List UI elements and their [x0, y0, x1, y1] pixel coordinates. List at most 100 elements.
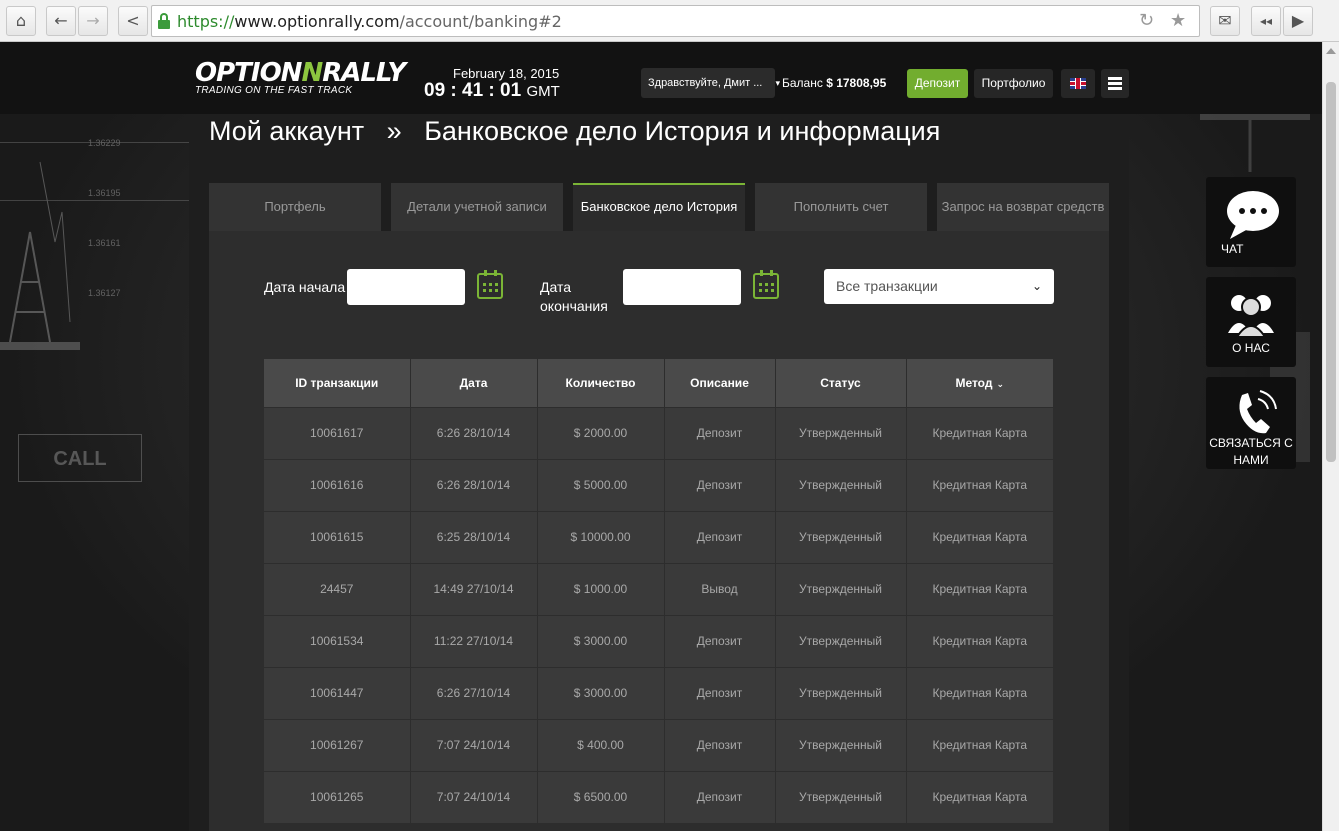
- table-cell: Утвержденный: [775, 510, 907, 563]
- bg-call-box: CALL: [18, 434, 142, 482]
- logo[interactable]: OPTIONNRALLY TRADING ON THE FAST TRACK: [195, 58, 415, 102]
- table-cell: $ 6500.00: [537, 770, 665, 823]
- oil-rig-icon: [0, 161, 80, 350]
- phone-icon: [1239, 390, 1277, 434]
- table-cell: Кредитная Карта: [906, 562, 1053, 615]
- table-cell: 6:26 28/10/14: [410, 406, 538, 459]
- end-date-input[interactable]: [623, 269, 741, 305]
- table-cell: Депозит: [664, 406, 776, 459]
- reload-icon[interactable]: ↻: [1139, 10, 1154, 31]
- tab-banking-history[interactable]: Банковское дело История: [573, 183, 745, 231]
- column-header[interactable]: Дата: [410, 359, 538, 407]
- scroll-thumb[interactable]: [1326, 82, 1336, 462]
- mail-icon[interactable]: ✉: [1210, 6, 1240, 36]
- chat-label: ЧАТ: [1221, 242, 1244, 256]
- rewind-icon[interactable]: ◂◂: [1251, 6, 1281, 36]
- table-row: 10061534 11:22 27/10/14 $ 3000.00 Депозит Ут…: [264, 614, 1053, 667]
- table-cell: Вывод: [664, 562, 776, 615]
- scrollbar[interactable]: [1322, 42, 1339, 831]
- chat-widget[interactable]: ЧАТ: [1206, 177, 1296, 267]
- language-button[interactable]: [1061, 69, 1095, 98]
- contact-widget[interactable]: СВЯЗАТЬСЯ С НАМИ: [1206, 377, 1296, 469]
- table-row: 10061267 7:07 24/10/14 $ 400.00 Депозит Утве…: [264, 718, 1053, 771]
- tab-deposit[interactable]: Пополнить счет: [755, 183, 927, 231]
- table-cell: Кредитная Карта: [906, 666, 1053, 719]
- table-cell: Депозит: [664, 458, 776, 511]
- table-row: 10061447 6:26 27/10/14 $ 3000.00 Депозит Утв…: [264, 666, 1053, 719]
- share-icon[interactable]: <: [118, 6, 148, 36]
- column-header[interactable]: ID транзакции: [264, 359, 411, 407]
- table-cell: Утвержденный: [775, 666, 907, 719]
- table-cell: Кредитная Карта: [906, 510, 1053, 563]
- calendar-icon[interactable]: [477, 270, 503, 299]
- table-cell: Кредитная Карта: [906, 770, 1053, 823]
- tab-account-details[interactable]: Детали учетной записи: [391, 183, 563, 231]
- table-cell: $ 3000.00: [537, 614, 665, 667]
- calendar-icon[interactable]: [753, 270, 779, 299]
- table-cell: Кредитная Карта: [906, 458, 1053, 511]
- address-bar[interactable]: https://www.optionrally.com/account/bank…: [151, 5, 1200, 37]
- table-row: 10061265 7:07 24/10/14 $ 6500.00 Депозит Утв…: [264, 770, 1053, 823]
- deposit-button[interactable]: Депозит: [907, 69, 968, 98]
- table-cell: 10061617: [264, 406, 411, 459]
- main-container: Мой аккаунт » Банковское дело История и …: [189, 114, 1129, 831]
- sort-caret-icon: ⌄: [996, 379, 1005, 390]
- back-icon[interactable]: ←: [46, 6, 76, 36]
- page: 1.36229 1.36195 1.36161 1.36127 CALL OPT…: [0, 42, 1322, 831]
- table-cell: $ 3000.00: [537, 666, 665, 719]
- background-chart-left: 1.36229 1.36195 1.36161 1.36127 CALL: [0, 112, 190, 532]
- home-icon[interactable]: ⌂: [6, 6, 36, 36]
- table-cell: Депозит: [664, 718, 776, 771]
- table-cell: Утвержденный: [775, 406, 907, 459]
- about-widget[interactable]: О НАС: [1206, 277, 1296, 367]
- url-text[interactable]: https://www.optionrally.com/account/bank…: [177, 12, 562, 31]
- server-clock: 09 : 41 : 01 GMT: [424, 80, 560, 101]
- page-title: Мой аккаунт » Банковское дело История и …: [209, 116, 941, 146]
- portfolio-button[interactable]: Портфолио: [974, 69, 1053, 98]
- banking-panel: Дата начала Дата окончания Все транзакци…: [209, 231, 1109, 831]
- table-cell: 10061265: [264, 770, 411, 823]
- table-cell: Кредитная Карта: [906, 614, 1053, 667]
- tab-withdrawal-request[interactable]: Запрос на возврат средств: [937, 183, 1109, 231]
- end-date-label: Дата окончания: [540, 279, 608, 314]
- table-cell: Кредитная Карта: [906, 718, 1053, 771]
- table-cell: 6:26 28/10/14: [410, 458, 538, 511]
- table-cell: $ 400.00: [537, 718, 665, 771]
- column-header-method[interactable]: Метод ⌄: [906, 359, 1053, 407]
- column-header[interactable]: Описание: [664, 359, 776, 407]
- transaction-type-select[interactable]: Все транзакции ⌄: [824, 269, 1054, 304]
- tab-portfolio[interactable]: Портфель: [209, 183, 381, 231]
- start-date-input[interactable]: [347, 269, 465, 305]
- table-cell: Кредитная Карта: [906, 406, 1053, 459]
- balance: Баланс $ 17808,95: [782, 76, 887, 90]
- table-cell: 7:07 24/10/14: [410, 718, 538, 771]
- table-cell: Утвержденный: [775, 718, 907, 771]
- account-tabs: Портфель Детали учетной записи Банковско…: [209, 183, 1109, 231]
- server-date: February 18, 2015: [453, 66, 560, 81]
- table-cell: 7:07 24/10/14: [410, 770, 538, 823]
- table-row: 10061617 6:26 28/10/14 $ 2000.00 Депозит Утв…: [264, 406, 1053, 459]
- table-cell: 10061615: [264, 510, 411, 563]
- user-menu-button[interactable]: Здравствуйте, Дмит ... ▾: [641, 68, 780, 98]
- chat-bubble-icon: [1227, 191, 1279, 239]
- table-cell: 11:22 27/10/14: [410, 614, 538, 667]
- menu-button[interactable]: [1101, 69, 1129, 98]
- column-header[interactable]: Статус: [775, 359, 907, 407]
- forward-icon[interactable]: →: [78, 6, 108, 36]
- table-row: 24457 14:49 27/10/14 $ 1000.00 Вывод Утвержд…: [264, 562, 1053, 615]
- play-icon[interactable]: ▶: [1283, 6, 1313, 36]
- table-cell: Утвержденный: [775, 562, 907, 615]
- site-header: OPTIONNRALLY TRADING ON THE FAST TRACK F…: [0, 42, 1322, 114]
- star-icon[interactable]: ★: [1170, 10, 1186, 31]
- lock-icon: [158, 13, 170, 29]
- table-row: 10061616 6:26 28/10/14 $ 5000.00 Депозит Утв…: [264, 458, 1053, 511]
- table-cell: $ 5000.00: [537, 458, 665, 511]
- table-cell: $ 1000.00: [537, 562, 665, 615]
- scroll-up-icon[interactable]: [1326, 48, 1336, 54]
- browser-toolbar: ⌂ ← → < https://www.optionrally.com/acco…: [0, 0, 1339, 42]
- column-header[interactable]: Количество: [537, 359, 665, 407]
- caret-down-icon: ▾: [775, 78, 780, 88]
- table-cell: 10061267: [264, 718, 411, 771]
- table-cell: 6:25 28/10/14: [410, 510, 538, 563]
- table-cell: Утвержденный: [775, 458, 907, 511]
